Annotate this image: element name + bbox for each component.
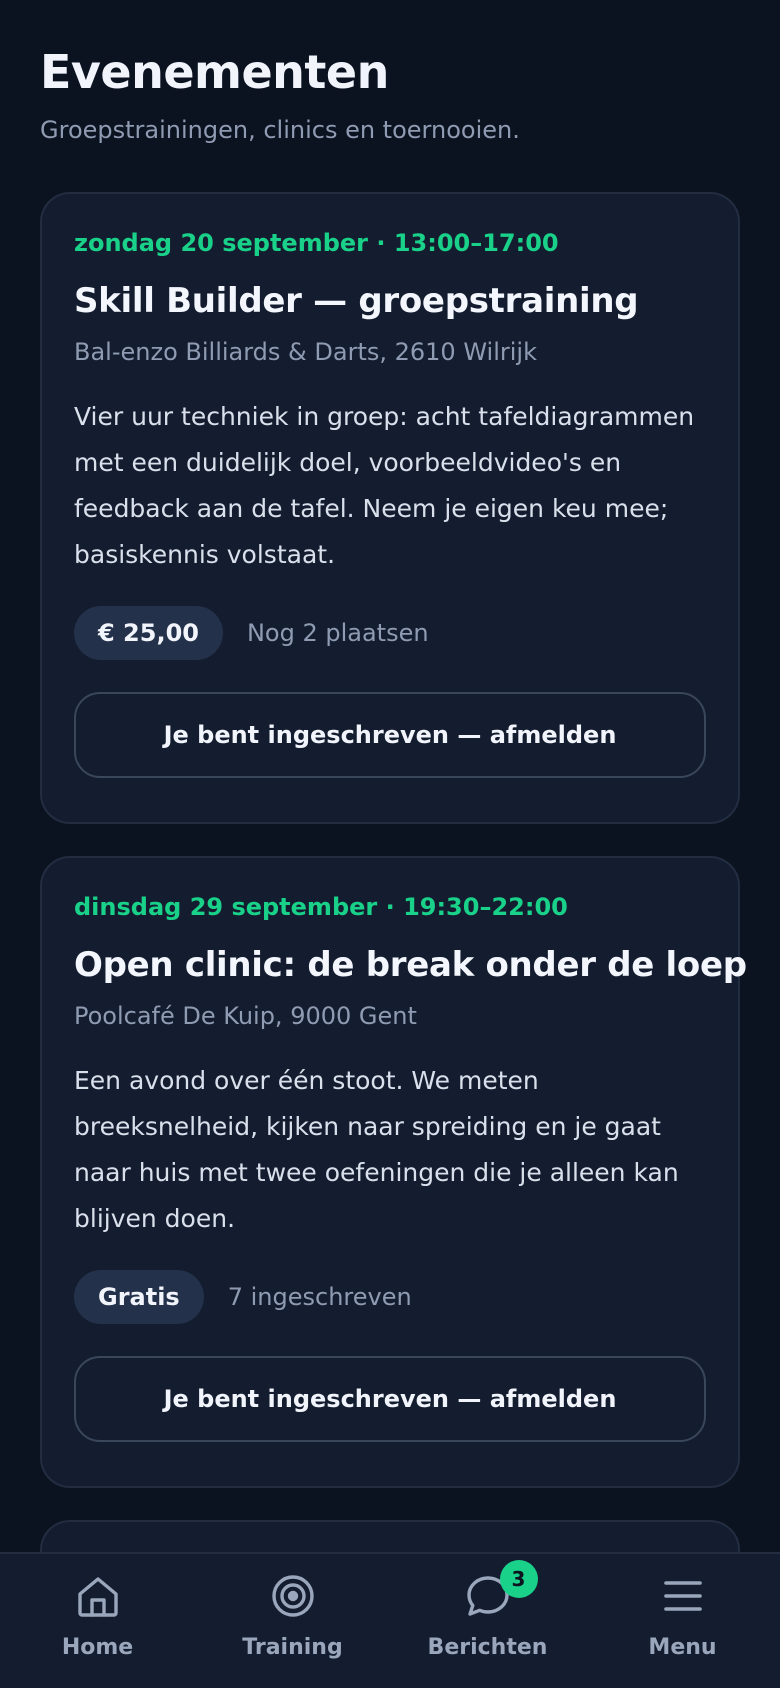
event-meta: Gratis 7 ingeschreven	[74, 1270, 706, 1324]
event-date: zondag 20 september · 13:00–17:00	[74, 229, 559, 257]
menu-icon	[659, 1572, 707, 1620]
availability-text: Nog 2 plaatsen	[246, 619, 429, 647]
event-meta: € 25,00 Nog 2 plaatsen	[74, 606, 706, 660]
nav-item-home[interactable]: Home	[0, 1554, 195, 1688]
event-location: Bal-enzo Billiards & Darts, 2610 Wilrijk	[74, 338, 537, 366]
home-icon	[74, 1572, 122, 1620]
event-description: Vier uur techniek in groep: acht tafeldi…	[74, 402, 695, 569]
nav-item-menu[interactable]: Menu	[585, 1554, 780, 1688]
events-page: Evenementen Groepstrainingen, clinics en…	[0, 0, 780, 1688]
page-subtitle: Groepstrainingen, clinics en toernooien.	[40, 116, 520, 144]
price-badge: Gratis	[74, 1270, 204, 1324]
event-date: dinsdag 29 september · 19:30–22:00	[74, 893, 568, 921]
page-header: Evenementen Groepstrainingen, clinics en…	[40, 40, 740, 146]
chat-icon: 3	[464, 1560, 538, 1620]
nav-item-training[interactable]: Training	[195, 1554, 390, 1688]
event-description: Een avond over één stoot. We meten breek…	[74, 1066, 679, 1233]
price-badge: € 25,00	[74, 606, 223, 660]
nav-label: Training	[242, 1635, 343, 1660]
nav-label: Home	[61, 1635, 134, 1660]
unread-badge: 3	[499, 1560, 538, 1598]
nav-label: Berichten	[427, 1635, 548, 1660]
event-title: Open clinic: de break onder de loep	[74, 945, 747, 985]
event-card: dinsdag 29 september · 19:30–22:00 Open …	[40, 856, 747, 1488]
event-card: zondag 20 september · 13:00–17:00 Skill …	[40, 192, 740, 824]
target-icon	[269, 1572, 317, 1620]
unsubscribe-button[interactable]: Je bent ingeschreven — afmelden	[74, 1356, 706, 1442]
nav-label: Menu	[648, 1635, 717, 1660]
unsubscribe-button[interactable]: Je bent ingeschreven — afmelden	[74, 692, 706, 778]
event-location: Poolcafé De Kuip, 9000 Gent	[74, 1002, 417, 1030]
nav-item-berichten[interactable]: 3 Berichten	[390, 1554, 585, 1688]
event-title: Skill Builder — groepstraining	[74, 281, 639, 321]
page-title: Evenementen	[40, 45, 389, 99]
availability-text: 7 ingeschreven	[227, 1283, 412, 1311]
bottom-navigation: Home Training 3 Berichten Menu	[0, 1552, 780, 1688]
